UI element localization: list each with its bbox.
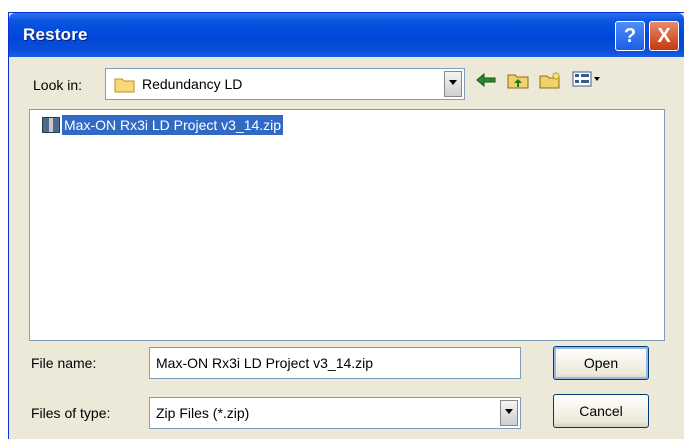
folder-icon [114, 78, 135, 93]
up-one-level-icon[interactable] [505, 71, 531, 95]
view-menu-icon[interactable] [569, 71, 605, 95]
title-bar[interactable]: Restore ? X [9, 13, 684, 57]
open-button[interactable]: Open [553, 346, 649, 380]
create-new-folder-icon[interactable] [537, 71, 563, 95]
zip-file-icon [42, 117, 60, 133]
file-type-dropdown[interactable]: Zip Files (*.zip) [149, 397, 521, 429]
file-name-field[interactable]: Max-ON Rx3i LD Project v3_14.zip [149, 347, 521, 379]
look-in-dropdown[interactable]: Redundancy LD [105, 68, 465, 100]
file-name-label: File name: [31, 355, 97, 371]
help-button[interactable]: ? [615, 21, 645, 51]
look-in-dropdown-arrow[interactable] [444, 71, 462, 97]
cancel-button[interactable]: Cancel [553, 394, 649, 428]
back-arrow-icon[interactable] [473, 71, 499, 95]
window-title: Restore [23, 25, 88, 44]
file-type-label: Files of type: [31, 405, 111, 421]
close-button[interactable]: X [649, 21, 679, 51]
restore-dialog: Restore ? X Look in: Redundancy LD Max-O… [8, 12, 684, 439]
file-name-value: Max-ON Rx3i LD Project v3_14.zip [156, 355, 374, 371]
file-name-text: Max-ON Rx3i LD Project v3_14.zip [62, 115, 284, 135]
file-list[interactable]: Max-ON Rx3i LD Project v3_14.zip [29, 109, 665, 341]
file-type-value: Zip Files (*.zip) [156, 405, 250, 421]
look-in-value: Redundancy LD [142, 76, 243, 92]
file-type-dropdown-arrow[interactable] [500, 400, 518, 426]
look-in-label: Look in: [33, 77, 83, 93]
